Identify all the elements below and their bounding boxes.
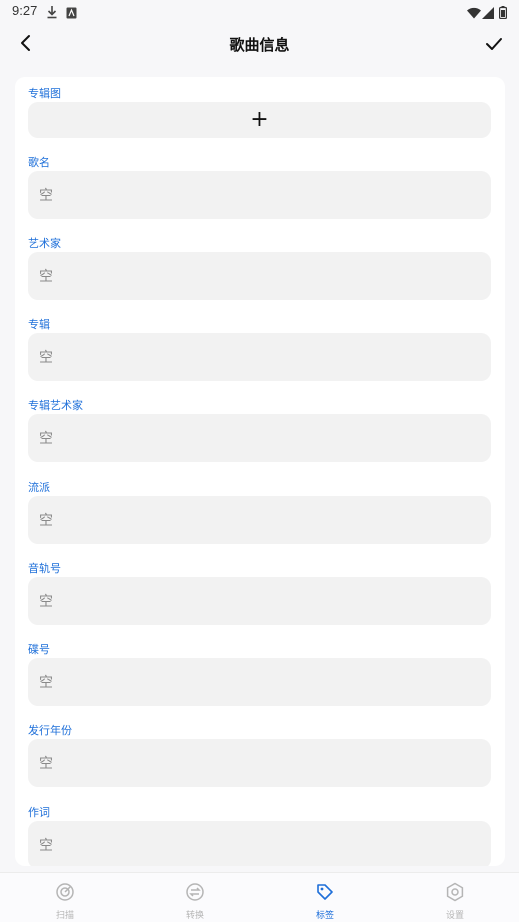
nav-label-tag: 标签 [315, 911, 334, 921]
field-label-release-year: 发行年份 [28, 724, 72, 737]
field-label-lyricist: 作词 [28, 806, 50, 819]
field-label-album-artist: 专辑艺术家 [28, 399, 83, 412]
nav-item-tag[interactable]: 标签 [260, 873, 390, 922]
download-icon [46, 4, 58, 23]
page-title: 歌曲信息 [229, 36, 290, 54]
artist-input[interactable]: 空 [28, 252, 491, 300]
title-input[interactable]: 空 [28, 171, 491, 219]
confirm-button[interactable] [481, 32, 507, 58]
album-input[interactable]: 空 [28, 333, 491, 381]
field-label-album: 专辑 [28, 318, 50, 331]
song-info-form: 专辑图 + 歌名 空 艺术家 空 专辑 空 专辑艺术家 空 流派 空 音轨号 空… [15, 77, 505, 866]
settings-icon [445, 882, 465, 906]
album-art-label: 专辑图 [28, 87, 61, 100]
app-bar: 歌曲信息 [0, 22, 519, 68]
bottom-nav: 扫描 转换 标签 设置 [0, 872, 519, 922]
field-label-artist: 艺术家 [28, 237, 61, 250]
field-label-disc-number: 碟号 [28, 643, 50, 656]
nav-label-settings: 设置 [445, 911, 464, 921]
notification-icon [66, 4, 77, 23]
scan-icon [55, 882, 75, 906]
track-number-input[interactable]: 空 [28, 577, 491, 625]
lyricist-input[interactable]: 空 [28, 821, 491, 866]
album-art-add-button[interactable]: + [28, 102, 491, 138]
convert-icon [185, 882, 205, 906]
battery-icon [499, 4, 508, 23]
release-year-input[interactable]: 空 [28, 739, 491, 787]
disc-number-input[interactable]: 空 [28, 658, 491, 706]
nav-label-convert: 转换 [185, 911, 204, 921]
field-label-track-number: 音轨号 [28, 562, 61, 575]
genre-input[interactable]: 空 [28, 496, 491, 544]
nav-label-scan: 扫描 [55, 911, 74, 921]
nav-item-settings[interactable]: 设置 [390, 873, 519, 922]
album-artist-input[interactable]: 空 [28, 414, 491, 462]
signal-icon [482, 4, 494, 23]
field-label-genre: 流派 [28, 481, 50, 494]
field-label-title: 歌名 [28, 156, 50, 169]
nav-item-convert[interactable]: 转换 [130, 873, 260, 922]
wifi-icon [467, 4, 481, 23]
tag-icon [315, 882, 335, 906]
check-icon [485, 36, 503, 55]
status-bar: 9:27 [0, 0, 519, 22]
plus-icon: + [250, 107, 269, 132]
nav-item-scan[interactable]: 扫描 [0, 873, 130, 922]
status-time: 9:27 [12, 3, 38, 18]
